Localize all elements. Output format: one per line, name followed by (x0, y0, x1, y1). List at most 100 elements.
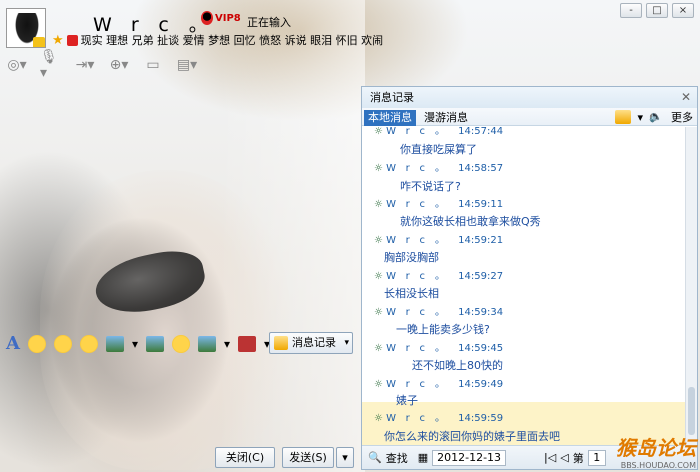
message-text: 胸部没胸部 (384, 251, 439, 264)
dropdown-caret-icon[interactable]: ▾ (224, 337, 230, 351)
calendar-icon[interactable]: ▦ (418, 451, 428, 464)
page-number-input[interactable]: 1 (587, 449, 606, 466)
red-badge-icon[interactable] (66, 34, 78, 46)
message-text: 你怎么来的滚回你妈的婊子里面去吧 (384, 430, 560, 443)
sender-star-icon: ☼ (374, 127, 383, 137)
toolbox-icon[interactable] (238, 335, 257, 352)
message-header: ☼ Wrc。 14:59:59 (374, 409, 503, 424)
message-manager-icon[interactable] (615, 110, 632, 124)
history-close-icon[interactable]: ✕ (681, 87, 691, 108)
send-image-icon[interactable] (146, 335, 164, 352)
sender-star-icon: ☼ (374, 379, 383, 390)
dropdown-caret-icon[interactable]: ▾ (132, 337, 138, 351)
video-call-icon[interactable]: ◎▾ (6, 56, 28, 74)
nudge-icon[interactable] (79, 334, 98, 353)
history-button-label: 消息记录 (292, 336, 336, 349)
font-icon[interactable]: A (6, 333, 20, 354)
message-text: 你直接吃屎算了 (400, 143, 477, 156)
message-header: ☼ Wrc。 14:58:57 (374, 159, 503, 174)
close-button[interactable]: 关闭(C) (215, 447, 275, 468)
contact-avatar[interactable] (6, 8, 46, 48)
close-window-button[interactable]: × (672, 3, 694, 18)
message-text: 婊子 (396, 394, 418, 407)
message-header: ☼ Wrc。 14:59:45 (374, 339, 503, 354)
message-sender: Wrc。 (386, 413, 455, 424)
signature-row: ★ 现实 理想 兄弟 扯谈 爱情 梦想 回忆 愤怒 诉说 眼泪 怀旧 欢闹 (52, 32, 383, 48)
history-tools: ▾ 🔈 更多 (615, 109, 693, 125)
message-header: ☼ Wrc。 14:59:11 (374, 195, 503, 210)
remote-desktop-icon[interactable]: ▭ (142, 56, 164, 74)
search-icon[interactable]: 🔍 (368, 451, 382, 464)
tab-roaming-messages[interactable]: 漫游消息 (420, 110, 472, 126)
message-sender: Wrc。 (386, 235, 455, 246)
penguin-icon (201, 11, 213, 25)
screenshot-icon[interactable] (105, 335, 124, 352)
avatar-badge-icon (33, 37, 45, 47)
scrollbar-thumb[interactable] (688, 387, 695, 435)
sender-star-icon: ☼ (374, 307, 383, 318)
prev-page-icon[interactable]: ◁ (560, 451, 568, 464)
contact-signature: 现实 理想 兄弟 扯谈 爱情 梦想 回忆 愤怒 诉说 眼泪 怀旧 欢闹 (80, 34, 384, 47)
message-sender: Wrc。 (386, 163, 455, 174)
star-icon[interactable]: ★ (52, 33, 64, 48)
first-page-icon[interactable]: |◁ (544, 451, 556, 464)
message-time: 14:59:21 (458, 235, 504, 246)
find-button[interactable]: 查找 (386, 450, 408, 466)
chat-window: - □ × Wrc。 VIP8 正在输入 ★ 现实 理想 兄弟 扯谈 爱情 梦想… (0, 0, 700, 472)
emoticon-icon[interactable] (27, 334, 46, 353)
message-time: 14:59:59 (458, 413, 504, 424)
sender-star-icon: ☼ (374, 199, 383, 210)
vip-badge[interactable]: VIP8 (201, 11, 241, 25)
forum-watermark: 猴岛论坛 BBS.HOUDAO.COM (616, 432, 696, 470)
message-sender: Wrc。 (386, 307, 455, 318)
chat-tools-bar: ◎▾ 🎙▾ ⇥▾ ⊕▾ ▭ ▤▾ (6, 49, 198, 81)
sender-star-icon: ☼ (374, 413, 383, 424)
history-icon (274, 336, 288, 350)
history-button-caret-icon: ▾ (344, 338, 349, 348)
speaker-icon[interactable]: 🔈 (649, 110, 665, 124)
message-time: 14:59:45 (458, 343, 504, 354)
history-panel-title: 消息记录 (370, 91, 414, 104)
window-controls: - □ × (620, 3, 694, 18)
voice-call-icon[interactable]: 🎙▾ (40, 49, 62, 81)
message-header: ☼ Wrc。 14:57:44 (374, 127, 503, 137)
message-text: 一晚上能卖多少钱? (396, 323, 490, 336)
more-button[interactable]: 更多 (671, 109, 693, 125)
input-toolbar: A ▾ ▾ ▾ (6, 333, 270, 354)
message-time: 14:59:34 (458, 307, 504, 318)
message-sender: Wrc。 (386, 199, 455, 210)
sender-star-icon: ☼ (374, 343, 383, 354)
music-icon[interactable] (172, 334, 190, 353)
tab-local-messages[interactable]: 本地消息 (364, 110, 416, 126)
message-sender: Wrc。 (386, 271, 455, 282)
message-sender: Wrc。 (386, 379, 455, 390)
history-tabs: 本地消息 漫游消息 ▾ 🔈 更多 (362, 108, 697, 126)
message-text: 就你这破长相也敢拿来做Q秀 (400, 215, 541, 228)
message-text: 长相没长相 (384, 287, 439, 300)
message-time: 14:59:49 (458, 379, 504, 390)
message-time: 14:58:57 (458, 163, 504, 174)
message-text: 还不如晚上80快的 (412, 359, 503, 372)
message-time: 14:59:11 (458, 199, 504, 210)
page-prefix: 第 (572, 451, 584, 465)
message-sender: Wrc。 (386, 127, 455, 137)
application-icon[interactable]: ▤▾ (176, 56, 198, 74)
send-button[interactable]: 发送(S) (282, 447, 334, 468)
history-message-list: ☼ Wrc。 14:57:44 你直接吃屎算了 ☼ Wrc。 14:58:57 … (362, 127, 687, 445)
send-file-icon[interactable]: ⇥▾ (74, 56, 96, 74)
history-scrollbar[interactable] (685, 127, 697, 445)
minimize-button[interactable]: - (620, 3, 642, 18)
send-options-button[interactable]: ▾ (336, 447, 354, 468)
message-header: ☼ Wrc。 14:59:27 (374, 267, 503, 282)
watermark-title: 猴岛论坛 (616, 436, 696, 460)
add-contact-icon[interactable]: ⊕▾ (108, 56, 130, 74)
more-tools-icon[interactable] (198, 335, 216, 352)
dropdown-caret-icon[interactable]: ▾ (637, 111, 643, 124)
message-history-button[interactable]: 消息记录 ▾ (269, 332, 353, 354)
sender-star-icon: ☼ (374, 163, 383, 174)
magic-emoticon-icon[interactable] (53, 334, 72, 353)
maximize-button[interactable]: □ (646, 3, 668, 18)
date-field[interactable]: 2012-12-13 (432, 449, 507, 466)
message-time: 14:57:44 (458, 127, 504, 137)
vip-label: VIP8 (215, 13, 241, 24)
